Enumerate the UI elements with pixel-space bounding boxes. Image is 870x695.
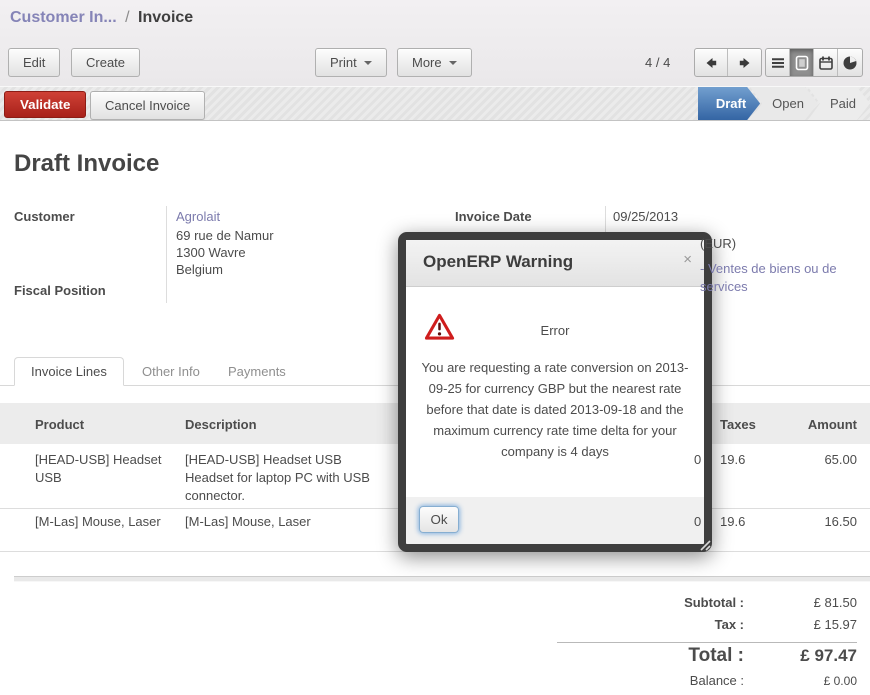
currency-fragment: (EUR) <box>700 236 736 251</box>
warning-dialog: OpenERP Warning × Error You are requesti… <box>398 232 712 552</box>
record-pager <box>694 48 762 77</box>
top-toolbar: Customer In... / Invoice Edit Create Pri… <box>0 0 870 86</box>
calendar-view-button[interactable] <box>814 49 838 76</box>
form-statusbar: Validate Cancel Invoice Draft Open Paid <box>0 86 870 121</box>
list-view-button[interactable] <box>766 49 790 76</box>
invoice-date-value: 09/25/2013 <box>613 209 678 224</box>
tab-invoice-lines[interactable]: Invoice Lines <box>14 357 124 386</box>
customer-address: 69 rue de Namur 1300 Wavre Belgium <box>176 227 274 278</box>
page-title: Draft Invoice <box>14 150 159 178</box>
dialog-header[interactable]: OpenERP Warning × <box>406 240 704 287</box>
subtotal-value: £ 81.50 <box>744 595 857 610</box>
create-button[interactable]: Create <box>71 48 140 77</box>
row-amount: 16.50 <box>767 513 857 531</box>
next-record-button[interactable] <box>728 49 761 76</box>
arrow-right-icon <box>737 55 753 71</box>
dialog-title: OpenERP Warning <box>423 252 573 272</box>
ok-button[interactable]: Ok <box>419 506 459 533</box>
dialog-footer: Ok <box>406 497 704 544</box>
row-description: [M-Las] Mouse, Laser <box>185 513 393 531</box>
row-product: [HEAD-USB] Headset USB <box>35 451 175 487</box>
error-message: You are requesting a rate conversion on … <box>420 357 690 462</box>
breadcrumb-separator: / <box>121 9 133 26</box>
section-separator <box>14 576 870 582</box>
balance-label: Balance : <box>557 673 744 688</box>
invoice-totals: Subtotal : £ 81.50 Tax : £ 15.97 Total :… <box>557 595 857 693</box>
cancel-invoice-button[interactable]: Cancel Invoice <box>90 91 205 120</box>
balance-value: £ 0.00 <box>744 674 857 688</box>
status-step-draft: Draft <box>698 87 760 120</box>
invoice-form-page: Customer In... / Invoice Edit Create Pri… <box>0 0 870 695</box>
breadcrumb-customer-invoices[interactable]: Customer In... <box>10 9 117 26</box>
row-taxes: 19.6 <box>720 451 745 469</box>
form-view-button[interactable] <box>790 49 814 76</box>
form-icon <box>794 55 810 71</box>
fiscal-position-label: Fiscal Position <box>14 283 106 298</box>
error-heading: Error <box>406 323 704 338</box>
total-value: £ 97.47 <box>744 646 857 666</box>
status-steps: Draft Open Paid <box>698 87 870 120</box>
row-description: [HEAD-USB] Headset USB Headset for lapto… <box>185 451 393 505</box>
validate-button[interactable]: Validate <box>4 91 86 118</box>
resize-grip-icon[interactable] <box>697 537 711 551</box>
subtotal-label: Subtotal : <box>557 595 744 610</box>
row-product: [M-Las] Mouse, Laser <box>35 513 185 531</box>
print-label: Print <box>330 55 357 70</box>
column-taxes: Taxes <box>720 417 756 432</box>
chevron-down-icon <box>364 61 372 65</box>
print-dropdown-button[interactable]: Print <box>315 48 387 77</box>
calendar-icon <box>818 55 834 71</box>
close-icon[interactable]: × <box>683 252 692 267</box>
column-amount: Amount <box>767 417 857 432</box>
journal-link-fragment[interactable]: - Ventes de biens ou de services <box>700 260 852 295</box>
chevron-down-icon <box>449 61 457 65</box>
view-switcher <box>765 48 863 77</box>
tab-other-info[interactable]: Other Info <box>126 357 216 385</box>
customer-link[interactable]: Agrolait <box>176 209 220 224</box>
breadcrumb-invoice: Invoice <box>138 9 193 26</box>
edit-button[interactable]: Edit <box>8 48 60 77</box>
row-partial-value: 0 <box>694 513 702 531</box>
tab-payments[interactable]: Payments <box>212 357 302 385</box>
column-product: Product <box>35 417 84 432</box>
previous-record-button[interactable] <box>695 49 728 76</box>
column-description: Description <box>185 417 257 432</box>
pager-counter: 4 / 4 <box>645 55 670 70</box>
pie-chart-icon <box>842 55 858 71</box>
dialog-body: Error You are requesting a rate conversi… <box>406 287 704 497</box>
row-amount: 65.00 <box>767 451 857 469</box>
more-label: More <box>412 55 442 70</box>
invoice-date-label: Invoice Date <box>455 209 532 224</box>
totals-divider <box>557 642 857 643</box>
list-icon <box>770 55 786 71</box>
row-partial-value: 0 <box>694 451 702 469</box>
more-dropdown-button[interactable]: More <box>397 48 472 77</box>
graph-view-button[interactable] <box>838 49 862 76</box>
breadcrumb: Customer In... / Invoice <box>10 9 193 27</box>
status-step-open: Open <box>750 87 818 120</box>
tax-value: £ 15.97 <box>744 617 857 632</box>
total-label: Total : <box>557 645 744 667</box>
field-separator <box>166 206 167 303</box>
customer-label: Customer <box>14 209 75 224</box>
row-taxes: 19.6 <box>720 513 745 531</box>
tax-label: Tax : <box>557 617 744 632</box>
arrow-left-icon <box>703 55 719 71</box>
